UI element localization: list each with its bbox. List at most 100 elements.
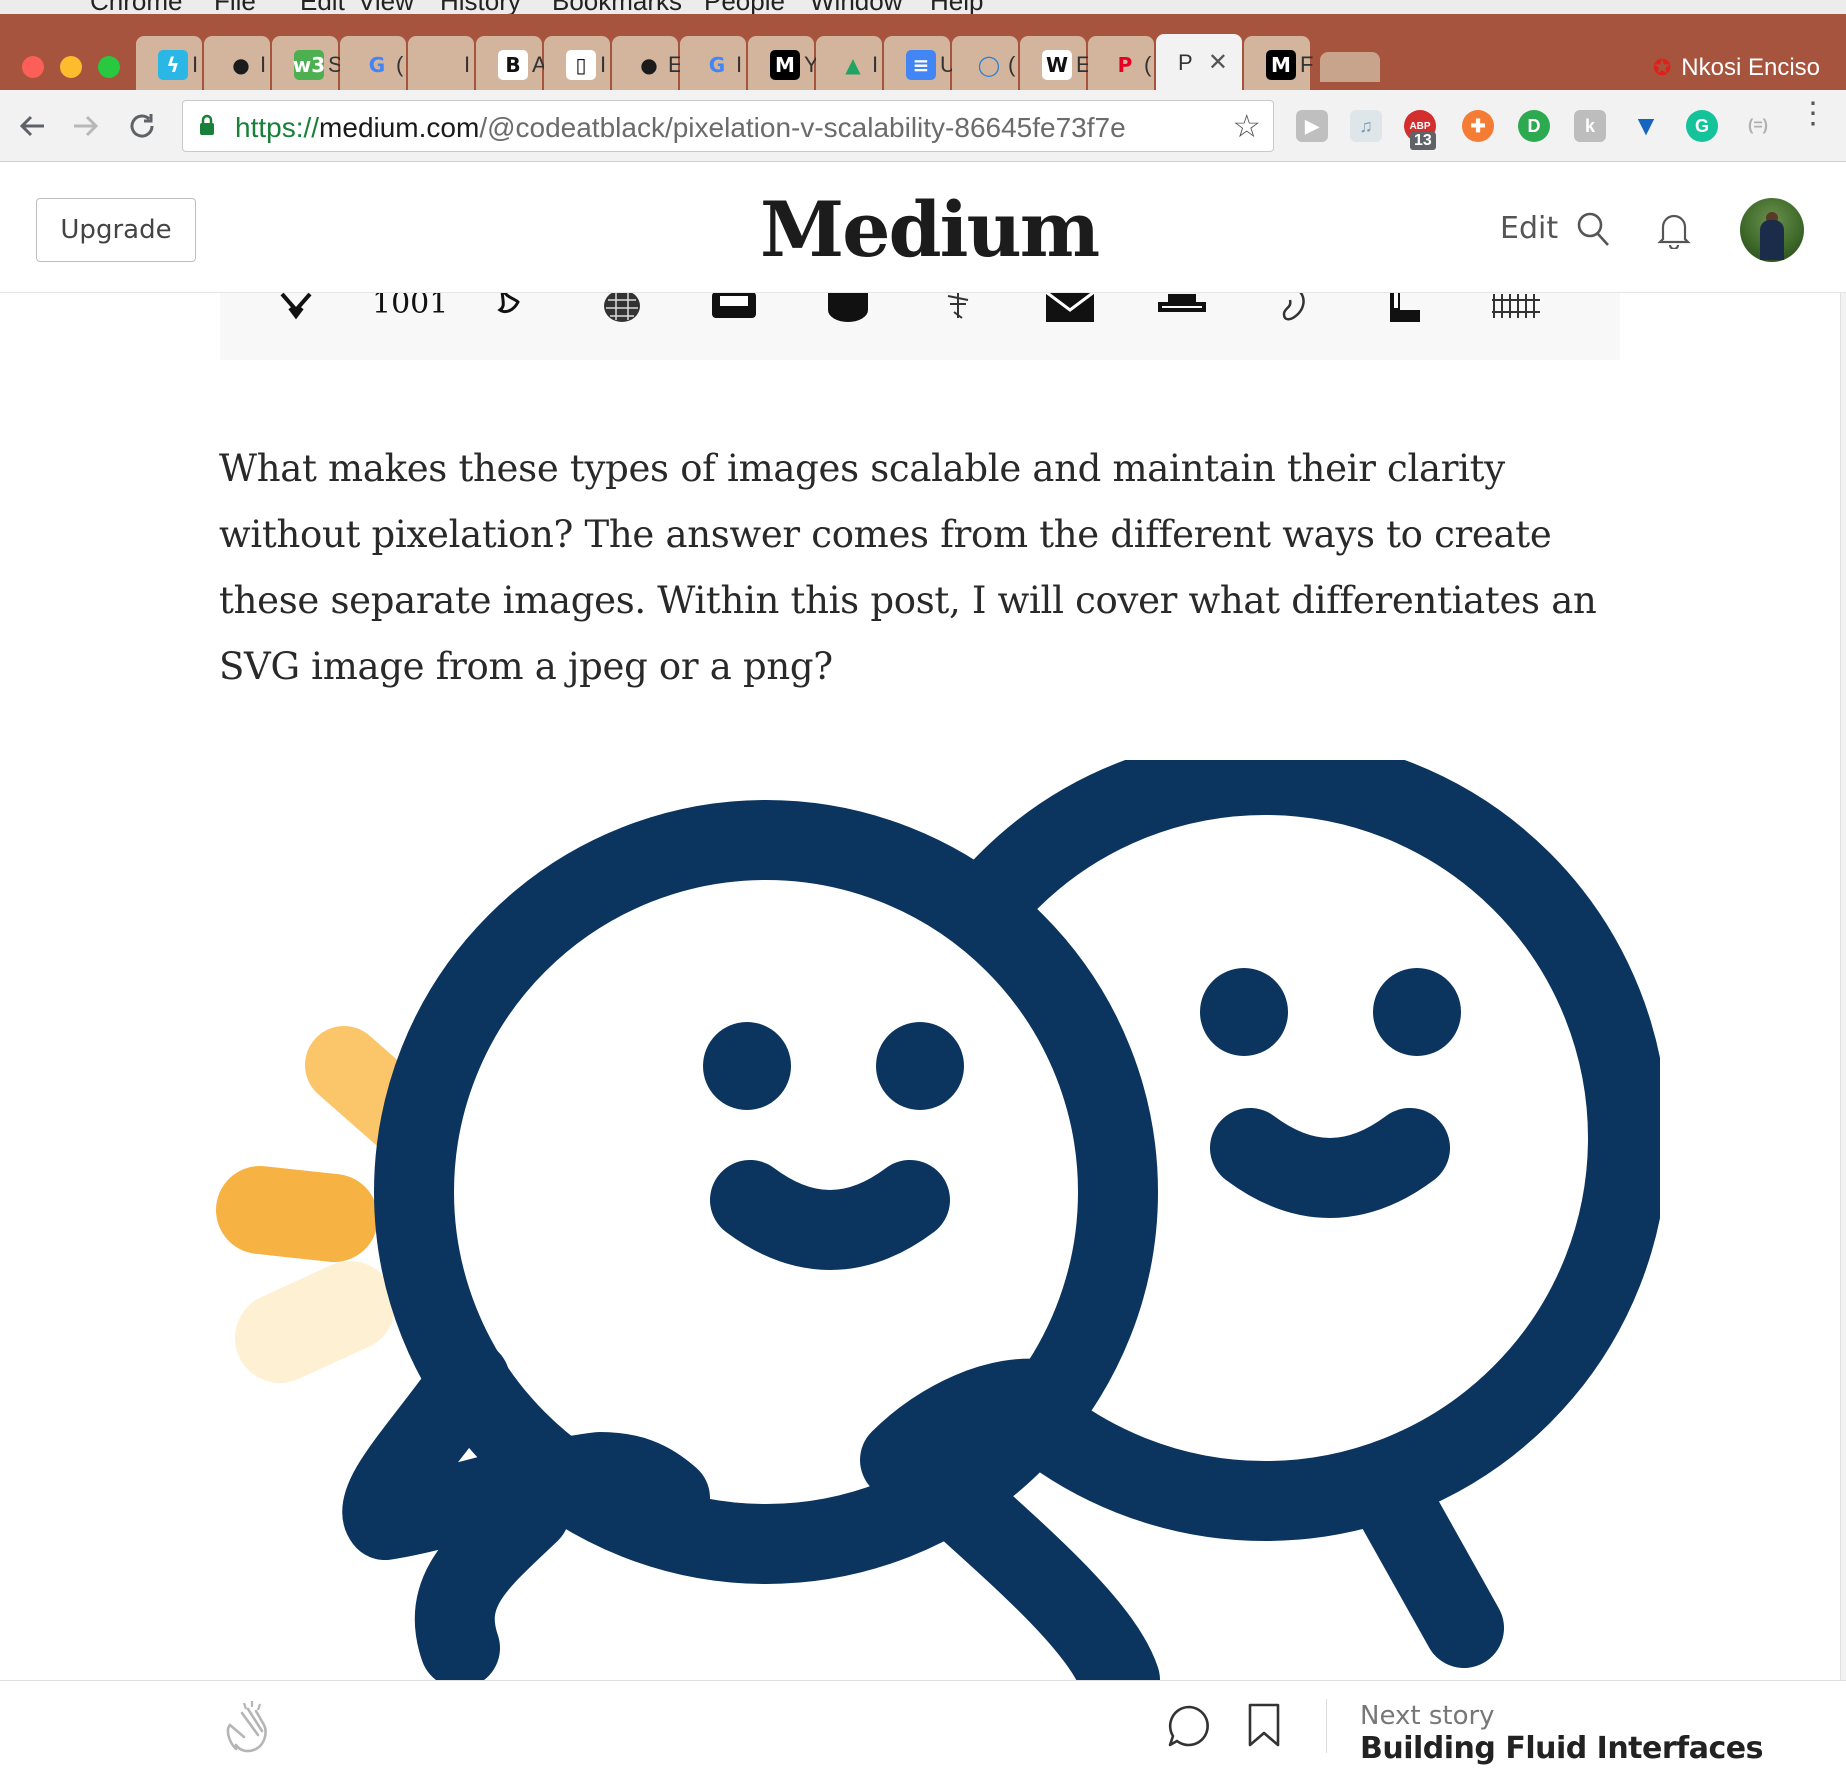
b-icon: B: [498, 50, 528, 80]
left-character: [342, 800, 1160, 1680]
medium-logo[interactable]: Medium: [760, 185, 1100, 274]
profile-button[interactable]: ✪ Nkosi Enciso: [1653, 54, 1820, 82]
upgrade-button[interactable]: Upgrade: [36, 198, 196, 262]
lock-icon: [200, 114, 214, 135]
diamond-ext-icon[interactable]: ▼: [1630, 110, 1662, 142]
edit-link[interactable]: Edit: [1500, 211, 1558, 246]
search-icon[interactable]: [1574, 209, 1612, 249]
browser-toolbar: https://medium.com/@codeatblack/pixelati…: [0, 90, 1846, 162]
doc-icon: ▯: [566, 50, 596, 80]
tab-title: I: [600, 52, 607, 77]
github-icon: ●: [640, 53, 658, 77]
browser-tab[interactable]: MF: [1244, 36, 1314, 92]
menu-item-chrome[interactable]: Chrome: [90, 0, 182, 14]
tab-title: I: [260, 52, 267, 77]
adblock-badge: 13: [1410, 132, 1436, 150]
k-ext-icon[interactable]: k: [1574, 110, 1606, 142]
medium-icon: M: [770, 50, 800, 80]
google-icon: G: [708, 53, 726, 77]
profile-name: Nkosi Enciso: [1681, 54, 1820, 81]
menu-item-file[interactable]: File: [214, 0, 256, 14]
lifebuoy-ext-icon[interactable]: ✚: [1462, 110, 1494, 142]
pinterest-icon: P: [1117, 53, 1133, 77]
clap-icon[interactable]: [222, 1699, 274, 1755]
scrollbar[interactable]: [1840, 163, 1846, 1680]
browser-tab[interactable]: P ✕: [1156, 34, 1242, 92]
back-button[interactable]: [10, 104, 54, 148]
lightning-icon: ϟ: [158, 50, 188, 80]
browser-tab[interactable]: ▲ I: [816, 36, 882, 92]
browser-tab[interactable]: WE: [1020, 36, 1091, 92]
close-window-button[interactable]: [22, 56, 44, 78]
tab-title: I: [872, 52, 879, 77]
youtube-ext-icon[interactable]: ▶: [1296, 110, 1328, 142]
circle-icon: ◯: [977, 53, 1001, 77]
browser-tab[interactable]: MY: [748, 36, 819, 92]
github-icon: ●: [232, 53, 250, 77]
browser-tab[interactable]: ≡ U: [884, 36, 956, 92]
reload-button[interactable]: [120, 104, 164, 148]
browser-tab[interactable]: ▯ I: [544, 36, 610, 92]
bookmark-icon[interactable]: [1246, 1701, 1282, 1749]
tab-strip: ϟ I ● Iw3 S G(I B A ▯ I ● E G I M Y ▲ I ≡ U ◯(W E P(P ✕ M F ✪ Nko…: [0, 14, 1846, 92]
clap-characters-illustration: [216, 760, 1660, 1680]
google-icon: G: [368, 53, 386, 77]
menu-item-window[interactable]: Window: [810, 0, 902, 14]
tab-title: F: [1300, 52, 1314, 77]
browser-tab[interactable]: ● I: [204, 36, 270, 92]
tab-title: P: [1178, 50, 1193, 75]
forward-arrow-icon: [74, 115, 99, 137]
menu-bar: Chrome File Edit View History Bookmarks People…: [0, 0, 1846, 14]
grammarly-ext-icon[interactable]: G: [1686, 110, 1718, 142]
apple-icon: [430, 50, 460, 80]
tab-title: (: [1008, 52, 1016, 77]
menu-item-history[interactable]: History: [440, 0, 521, 14]
menu-item-view[interactable]: View: [358, 0, 414, 14]
tab-title: (: [396, 52, 404, 77]
tab-title: I: [464, 52, 471, 77]
medium-icon: M: [1266, 50, 1296, 80]
new-tab-button[interactable]: [1320, 52, 1380, 82]
site-header: Upgrade Medium Edit: [0, 163, 1846, 293]
bookmark-star-icon[interactable]: ☆: [1232, 107, 1261, 145]
article-paragraph: What makes these types of images scalabl…: [219, 447, 1597, 688]
comment-icon[interactable]: [1166, 1703, 1212, 1749]
address-bar[interactable]: https://medium.com/@codeatblack/pixelati…: [182, 100, 1274, 152]
reload-icon: [130, 114, 154, 138]
url-text: https://medium.com/@codeatblack/pixelati…: [235, 112, 1126, 143]
json-ext-icon[interactable]: (=): [1742, 110, 1774, 142]
menu-item-edit[interactable]: Edit: [300, 0, 345, 14]
image-ext-icon[interactable]: ♫: [1350, 110, 1382, 142]
browser-tab[interactable]: ϟI: [136, 36, 202, 92]
browser-menu-icon[interactable]: ⋮: [1798, 99, 1828, 129]
notifications-bell-icon[interactable]: [1655, 209, 1693, 249]
wikipedia-icon: W: [1042, 50, 1072, 80]
next-story-label: Next story: [1360, 1701, 1495, 1731]
tab-title: (: [1144, 52, 1152, 77]
browser-tab[interactable]: I: [408, 36, 474, 92]
d-ext-icon[interactable]: D: [1518, 110, 1550, 142]
browser-tab[interactable]: P(: [1088, 36, 1154, 92]
avatar[interactable]: [1740, 198, 1804, 262]
drive-icon: ▲: [845, 53, 861, 77]
browser-tab[interactable]: GI: [680, 36, 746, 92]
browser-tab[interactable]: ◯(: [952, 36, 1018, 92]
menu-item-help[interactable]: Help: [930, 0, 983, 14]
minimize-window-button[interactable]: [60, 56, 82, 78]
docs-icon: ≡: [906, 50, 936, 80]
browser-tab[interactable]: G(: [340, 36, 406, 92]
browser-tab[interactable]: ● E: [612, 36, 683, 92]
browser-tab[interactable]: w3 S: [272, 36, 343, 92]
w3-icon: w3: [293, 50, 325, 80]
forward-button[interactable]: [64, 104, 108, 148]
browser-tab[interactable]: BA: [476, 36, 547, 92]
menu-item-people[interactable]: People: [704, 0, 785, 14]
next-story-link[interactable]: Building Fluid Interfaces: [1360, 1731, 1763, 1766]
zoom-window-button[interactable]: [98, 56, 120, 78]
tab-title: I: [192, 52, 199, 77]
tab-title: I: [736, 52, 743, 77]
divider: [1326, 1699, 1327, 1753]
profile-icon: ✪: [1652, 55, 1672, 80]
menu-item-bookmarks[interactable]: Bookmarks: [552, 0, 682, 14]
close-tab-icon[interactable]: ✕: [1208, 48, 1228, 77]
